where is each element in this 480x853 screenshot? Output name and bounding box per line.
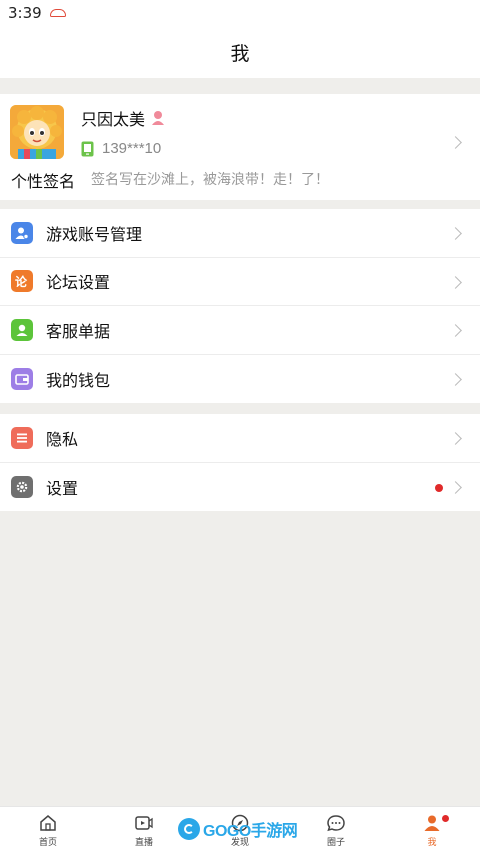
tab-label: 圈子: [326, 837, 345, 847]
tab-me[interactable]: 我: [384, 807, 480, 853]
wallet-icon: [11, 367, 33, 390]
chevron-right-icon: [449, 136, 462, 149]
chevron-right-icon: [449, 227, 462, 240]
tab-label: 首页: [38, 837, 57, 847]
tab-circle[interactable]: 圈子: [288, 807, 384, 853]
tab-home[interactable]: 首页: [0, 807, 96, 853]
chevron-right-icon: [449, 275, 462, 289]
avatar-image: [10, 105, 64, 159]
chevron-right-icon: [449, 324, 462, 337]
phone-icon: [81, 141, 94, 156]
tab-label: 直播: [134, 837, 153, 847]
menu-label: 设置: [46, 480, 79, 498]
watermark-text: GOGO手游网: [203, 823, 298, 840]
menu-item-customer-service[interactable]: 客服单据: [0, 306, 480, 355]
notification-icon: [49, 9, 66, 17]
chevron-right-icon: [449, 432, 462, 445]
status-time: 3:39: [8, 4, 42, 22]
menu-group-system: 隐私 设置: [0, 414, 480, 511]
forum-icon: 论: [11, 270, 33, 293]
header: 我: [0, 26, 480, 78]
signature-label: 个性签名: [11, 174, 76, 191]
menu-label: 游戏账号管理: [46, 226, 143, 244]
chevron-right-icon: [449, 480, 462, 494]
menu-label: 客服单据: [46, 323, 111, 341]
tab-label: 我: [427, 837, 437, 847]
page-title: 我: [230, 43, 250, 65]
gear-icon: [11, 475, 33, 498]
live-icon: [135, 816, 153, 830]
username: 只因太美: [81, 112, 146, 129]
username-row: 只因太美: [81, 106, 165, 130]
menu-item-settings[interactable]: 设置: [0, 463, 480, 512]
menu-item-privacy[interactable]: 隐私: [0, 414, 480, 463]
chevron-right-icon: [449, 372, 462, 386]
menu-label: 隐私: [46, 431, 79, 449]
circle-icon: [327, 815, 345, 832]
profile-card[interactable]: 只因太美 139***10 个性签名 签名写在沙滩上，被海浪带！走！了！: [0, 94, 480, 200]
menu-item-game-account[interactable]: 游戏账号管理: [0, 209, 480, 258]
avatar[interactable]: [10, 105, 64, 159]
svg-text:论: 论: [15, 274, 28, 288]
phone-row: 139***10: [81, 140, 161, 157]
notification-dot: [435, 483, 443, 492]
game-account-icon: [11, 221, 33, 244]
menu-item-wallet[interactable]: 我的钱包: [0, 355, 480, 404]
status-bar: 3:39: [0, 0, 480, 26]
signature-text: 签名写在沙滩上，被海浪带！走！了！: [91, 171, 329, 187]
menu-group-account: 游戏账号管理 论 论坛设置 客服单据 我的钱包: [0, 209, 480, 403]
menu-item-forum-settings[interactable]: 论 论坛设置: [0, 258, 480, 306]
menu-label: 论坛设置: [46, 275, 111, 293]
menu-label: 我的钱包: [46, 372, 111, 390]
profile-icon: [424, 815, 440, 831]
privacy-icon: [11, 426, 33, 449]
watermark: GOGO手游网: [178, 817, 298, 841]
notification-dot: [442, 815, 449, 822]
customer-service-icon: [11, 318, 33, 341]
phone-number: 139***10: [102, 140, 162, 157]
female-user-icon: [152, 111, 165, 125]
home-icon: [40, 815, 56, 831]
watermark-logo-icon: [178, 818, 200, 840]
